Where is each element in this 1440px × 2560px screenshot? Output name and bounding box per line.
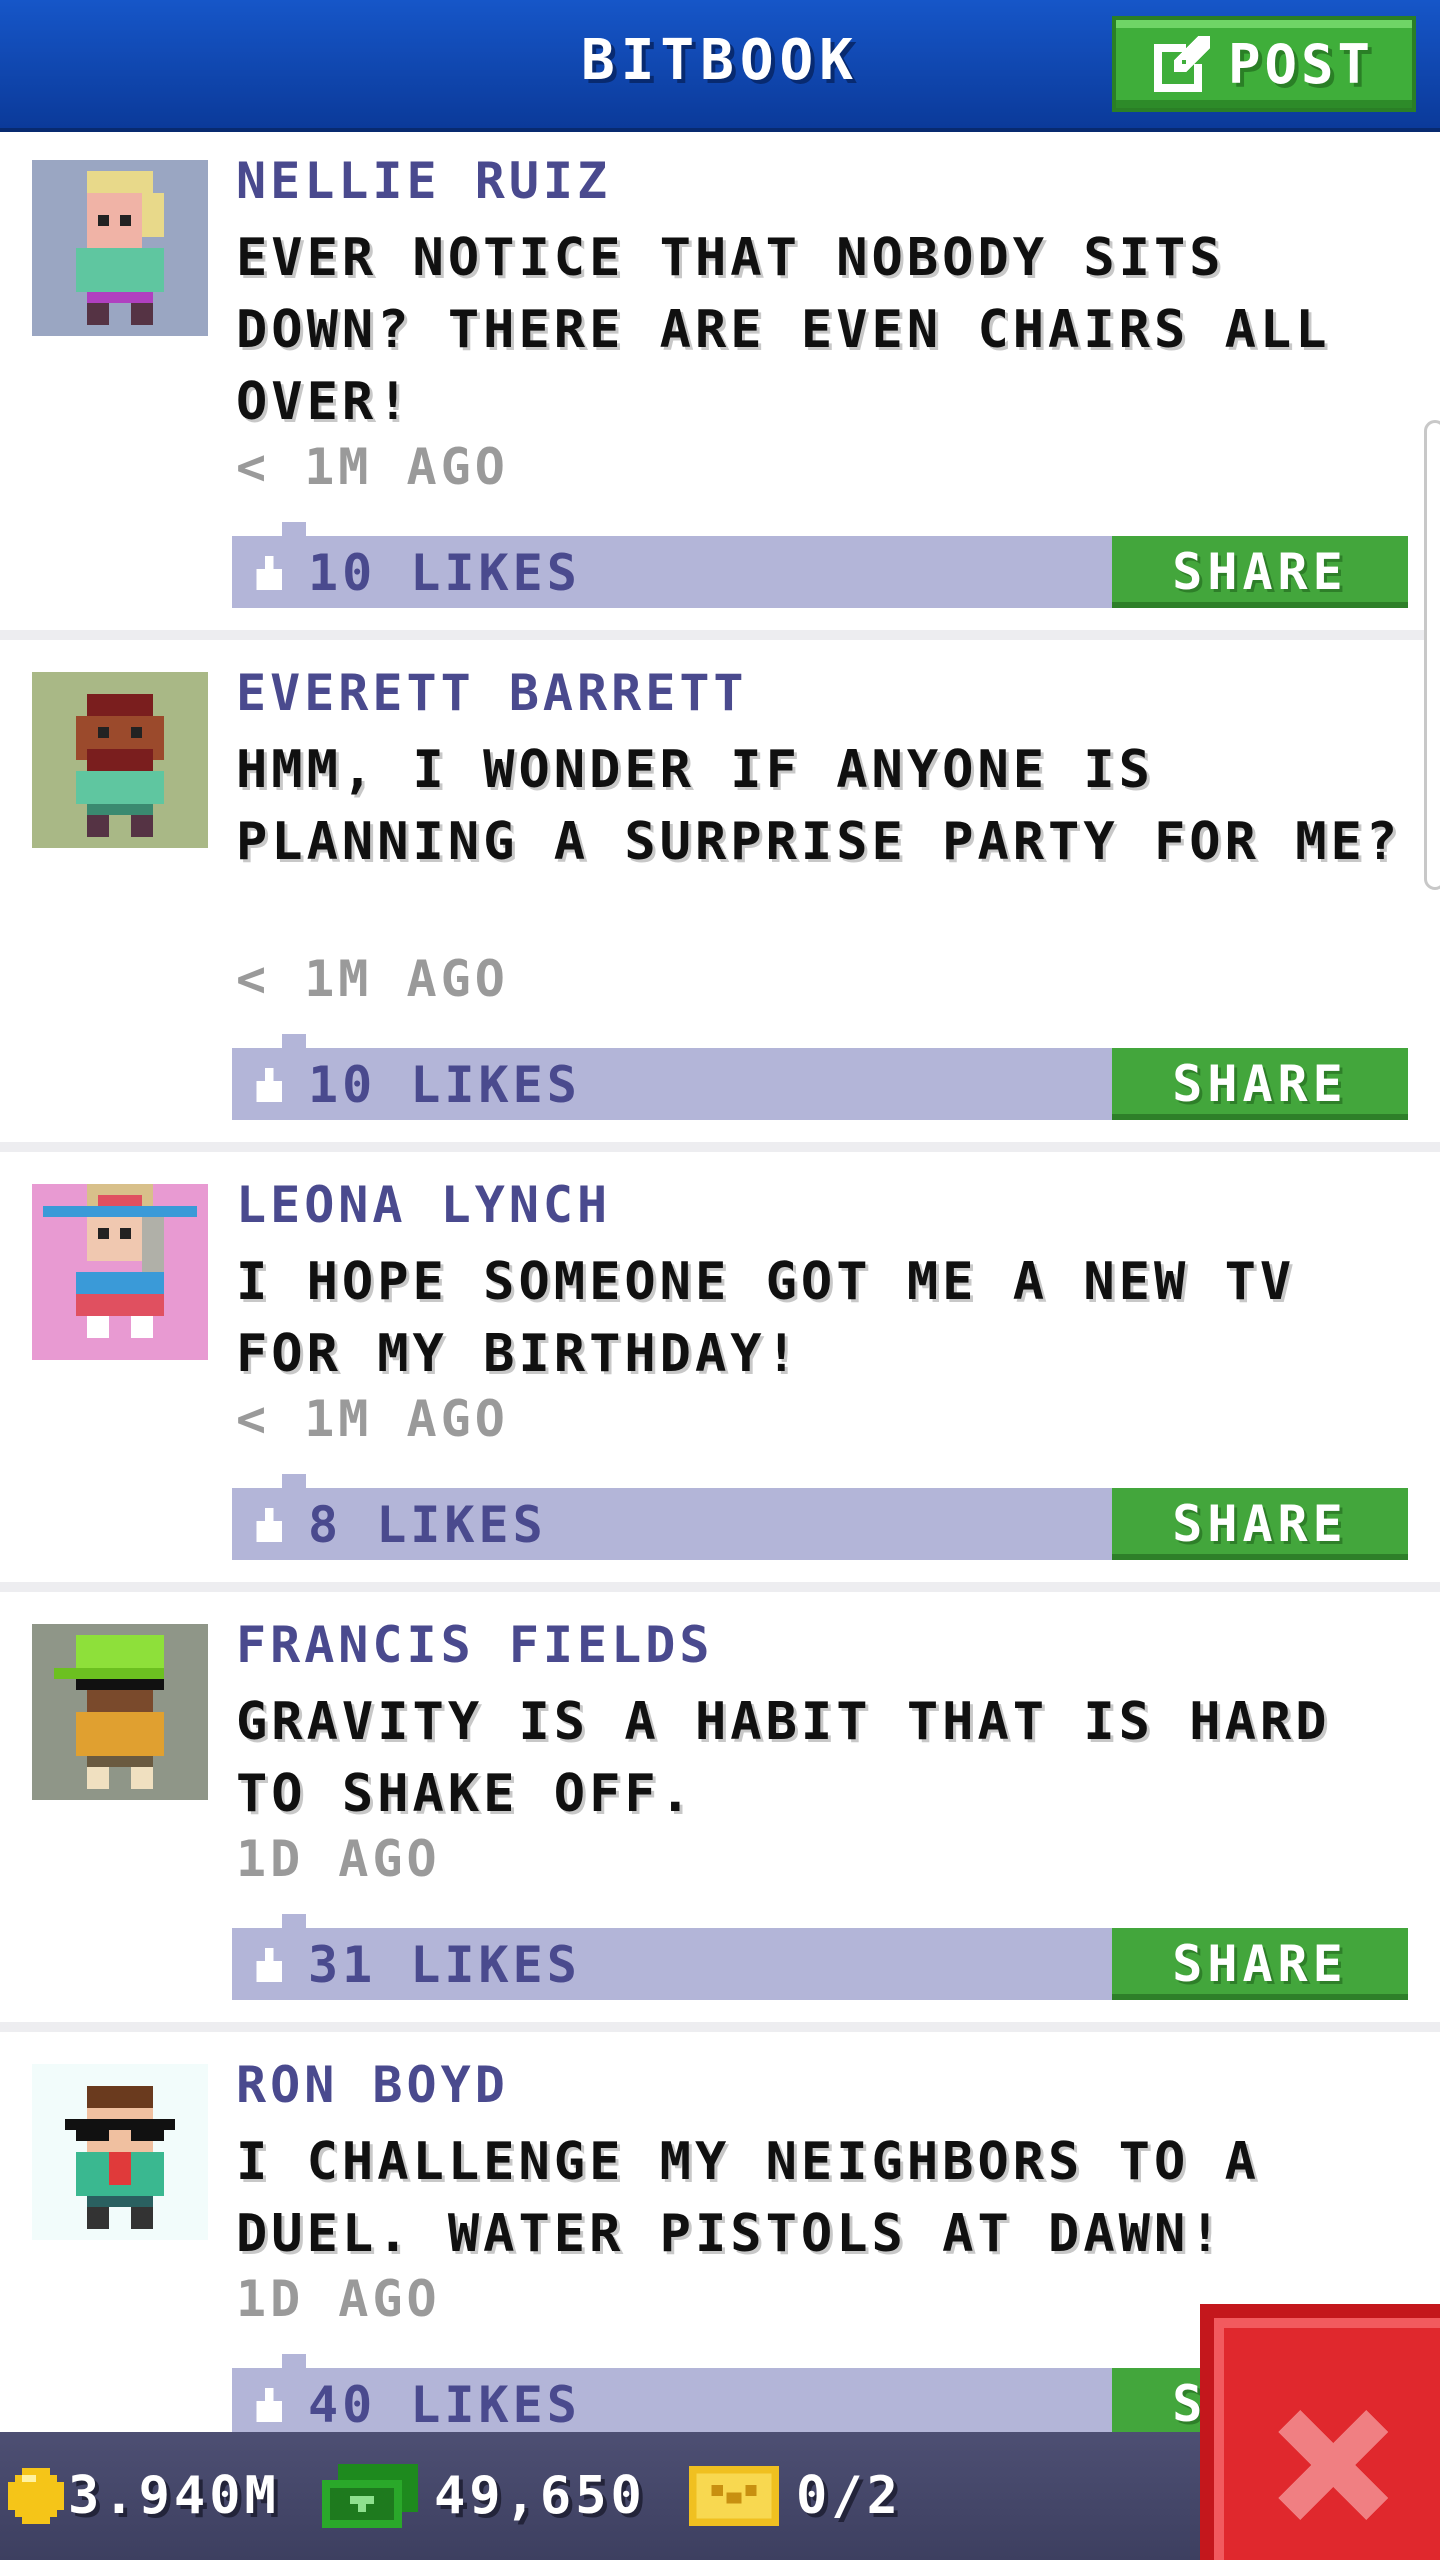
share-button[interactable]: SHARE	[1112, 1048, 1408, 1120]
likes-bar: 10 LIKES SHARE	[232, 522, 1408, 608]
thumbs-up-icon[interactable]	[252, 1948, 286, 1982]
post-author[interactable]: LEONA LYNCH	[236, 1176, 611, 1234]
post-message: I HOPE SOMEONE GOT ME A NEW TV FOR MY BI…	[236, 1252, 1296, 1384]
thumbs-up-icon[interactable]	[252, 556, 286, 590]
bux-stat: 49,650	[322, 2460, 646, 2532]
likes-bar-tab	[282, 1474, 306, 1488]
post-time: 1D AGO	[236, 2270, 441, 2328]
avatar	[32, 1624, 208, 1800]
thumbs-up-icon[interactable]	[252, 2388, 286, 2422]
thumbs-up-icon[interactable]	[252, 1068, 286, 1102]
likes-count: 10 LIKES	[308, 544, 581, 602]
likes-count: 8 LIKES	[308, 1496, 547, 1554]
thumbs-up-icon[interactable]	[252, 1508, 286, 1542]
likes-count: 31 LIKES	[308, 1936, 581, 1994]
cash-icon	[322, 2464, 418, 2528]
likes-bar: 10 LIKES SHARE	[232, 1034, 1408, 1120]
post-button-label: POST	[1227, 32, 1375, 96]
post-divider	[0, 2022, 1440, 2032]
tickets-value: 0/2	[796, 2466, 902, 2526]
avatar	[32, 2064, 208, 2240]
post-message: HMM, I WONDER IF ANYONE IS PLANNING A SU…	[236, 740, 1402, 872]
avatar	[32, 160, 208, 336]
tickets-stat: 0/2	[688, 2460, 902, 2532]
coin-icon	[8, 2468, 64, 2524]
share-button[interactable]: SHARE	[1112, 536, 1408, 608]
likes-count: 40 LIKES	[308, 2376, 581, 2434]
scrollbar[interactable]	[1424, 420, 1440, 890]
share-button[interactable]: SHARE	[1112, 1928, 1408, 2000]
post-author[interactable]: NELLIE RUIZ	[236, 152, 611, 210]
post-time: 1D AGO	[236, 1830, 441, 1888]
likes-bar: 31 LIKES SHARE	[232, 1914, 1408, 2000]
post-author[interactable]: FRANCIS FIELDS	[236, 1616, 713, 1674]
avatar	[32, 1184, 208, 1360]
post-message: I CHALLENGE MY NEIGHBORS TO A DUEL. WATE…	[236, 2132, 1260, 2264]
post-time: < 1M AGO	[236, 438, 509, 496]
top-header: BITBOOK POST	[0, 0, 1440, 132]
likes-bar-tab	[282, 2354, 306, 2368]
likes-bar: 8 LIKES SHARE	[232, 1474, 1408, 1560]
post-author[interactable]: RON BOYD	[236, 2056, 509, 2114]
post-time: < 1M AGO	[236, 950, 509, 1008]
avatar	[32, 672, 208, 848]
post-message: EVER NOTICE THAT NOBODY SITS DOWN? THERE…	[236, 228, 1331, 432]
bux-value: 49,650	[434, 2466, 646, 2526]
ticket-icon	[689, 2466, 779, 2526]
post-button[interactable]: POST	[1112, 16, 1416, 112]
post-time: < 1M AGO	[236, 1390, 509, 1448]
post-author[interactable]: EVERETT BARRETT	[236, 664, 748, 722]
close-button[interactable]	[1200, 2304, 1440, 2560]
post-message: GRAVITY IS A HABIT THAT IS HARD TO SHAKE…	[236, 1692, 1331, 1824]
post-divider	[0, 1142, 1440, 1152]
likes-bar-tab	[282, 1034, 306, 1048]
post-divider	[0, 630, 1440, 640]
post-divider	[0, 1582, 1440, 1592]
close-icon	[1278, 2410, 1388, 2520]
likes-bar-tab	[282, 1914, 306, 1928]
likes-count: 10 LIKES	[308, 1056, 581, 1114]
coins-stat: 3.940M	[8, 2460, 280, 2532]
share-button[interactable]: SHARE	[1112, 1488, 1408, 1560]
edit-icon	[1153, 36, 1210, 92]
coins-value: 3.940M	[68, 2466, 280, 2526]
likes-bar-tab	[282, 522, 306, 536]
